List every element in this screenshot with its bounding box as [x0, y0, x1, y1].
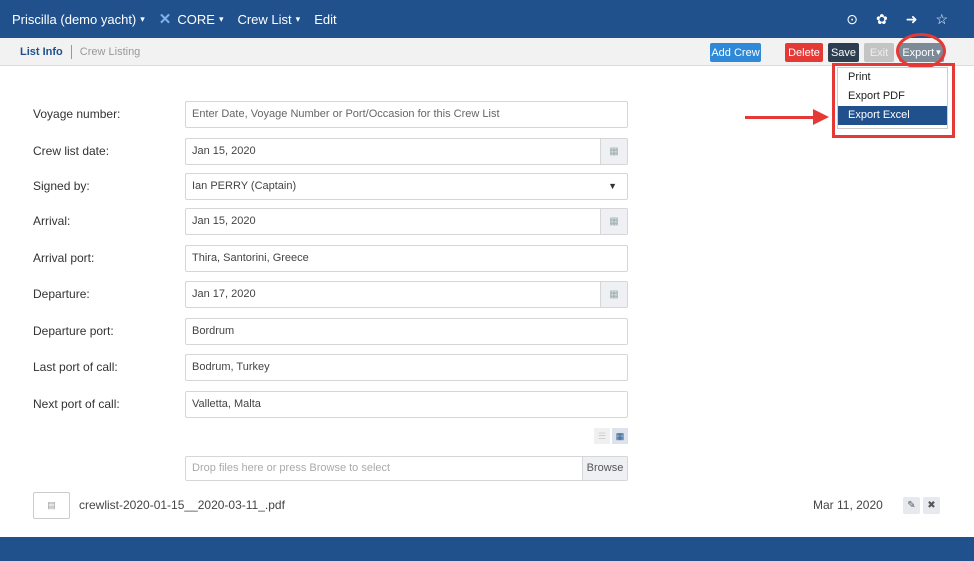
last-port-label: Last port of call: — [33, 360, 118, 374]
clock-icon[interactable]: ⊙ — [846, 11, 858, 28]
file-dropzone[interactable]: Drop files here or press Browse to selec… — [185, 456, 628, 481]
delete-button[interactable]: Delete — [785, 43, 823, 62]
edit-menu[interactable]: Edit — [314, 12, 336, 27]
row-crew-list-date: Crew list date: Jan 15, 2020 ▦ — [0, 138, 974, 165]
next-port-value: Valletta, Malta — [192, 398, 261, 410]
logout-icon[interactable]: ➜ — [906, 11, 918, 28]
dropzone-text: Drop files here or press Browse to selec… — [192, 462, 391, 474]
departure-port-label: Departure port: — [33, 324, 114, 338]
vessel-menu[interactable]: Priscilla (demo yacht) ▾ — [12, 12, 145, 27]
add-crew-button[interactable]: Add Crew — [710, 43, 761, 62]
departure-date-input[interactable]: Jan 17, 2020 ▦ — [185, 281, 628, 308]
arrival-value: Jan 15, 2020 — [192, 215, 256, 227]
star-icon[interactable]: ☆ — [935, 11, 948, 28]
arrival-port-label: Arrival port: — [33, 251, 95, 265]
footer-bar — [0, 537, 974, 561]
row-voyage-number: Voyage number: Enter Date, Voyage Number… — [0, 101, 974, 128]
voyage-number-label: Voyage number: — [33, 107, 121, 121]
file-row: ▤ crewlist-2020-01-15__2020-03-11_.pdf M… — [0, 492, 974, 522]
voyage-number-placeholder: Enter Date, Voyage Number or Port/Occasi… — [192, 108, 500, 120]
tab-divider — [70, 45, 72, 59]
next-port-input[interactable]: Valletta, Malta — [185, 391, 628, 418]
save-button[interactable]: Save — [828, 43, 859, 62]
voyage-number-input[interactable]: Enter Date, Voyage Number or Port/Occasi… — [185, 101, 628, 128]
departure-label: Departure: — [33, 287, 90, 301]
row-last-port-of-call: Last port of call: Bodrum, Turkey — [0, 354, 974, 381]
tab-list-info[interactable]: List Info — [20, 46, 63, 58]
crew-list-menu[interactable]: Crew List ▾ — [237, 12, 300, 27]
last-port-value: Bodrum, Turkey — [192, 361, 270, 373]
arrival-date-input[interactable]: Jan 15, 2020 ▦ — [185, 208, 628, 235]
arrival-port-value: Thira, Santorini, Greece — [192, 252, 309, 264]
row-departure-port: Departure port: Bordrum — [0, 318, 974, 345]
top-nav-bar: Priscilla (demo yacht) ▾ ✕ CORE ▾ Crew L… — [0, 0, 974, 38]
exit-button[interactable]: Exit — [864, 43, 894, 62]
crew-list-date-value: Jan 15, 2020 — [192, 145, 256, 157]
crew-list-date-input[interactable]: Jan 15, 2020 ▦ — [185, 138, 628, 165]
core-menu[interactable]: CORE ▾ — [177, 12, 223, 27]
edit-label: Edit — [314, 11, 337, 27]
core-logo-icon: ✕ — [158, 11, 172, 28]
view-toggle: ☰ ▦ — [594, 428, 628, 444]
tab-crew-listing[interactable]: Crew Listing — [80, 46, 141, 58]
browse-button[interactable]: Browse — [582, 457, 627, 480]
calendar-icon[interactable]: ▦ — [600, 282, 627, 307]
departure-port-input[interactable]: Bordrum — [185, 318, 628, 345]
core-label: CORE — [177, 11, 215, 27]
list-view-icon[interactable]: ☰ — [594, 428, 610, 444]
row-signed-by: Signed by: Ian PERRY (Captain) ▼ — [0, 173, 974, 200]
calendar-icon[interactable]: ▦ — [600, 139, 627, 164]
signed-by-label: Signed by: — [33, 179, 90, 193]
close-icon[interactable]: ✖ — [923, 497, 940, 514]
arrival-label: Arrival: — [33, 214, 71, 228]
signed-by-value: Ian PERRY (Captain) — [192, 180, 297, 192]
vessel-name: Priscilla (demo yacht) — [12, 11, 137, 27]
edit-icon[interactable]: ✎ — [903, 497, 920, 514]
grid-view-icon[interactable]: ▦ — [612, 428, 628, 444]
gear-icon[interactable]: ✿ — [876, 11, 888, 28]
chevron-down-icon: ▾ — [140, 13, 145, 24]
file-thumbnail-icon[interactable]: ▤ — [33, 492, 70, 519]
signed-by-select[interactable]: Ian PERRY (Captain) ▼ — [185, 173, 628, 200]
arrival-port-input[interactable]: Thira, Santorini, Greece — [185, 245, 628, 272]
crew-list-date-label: Crew list date: — [33, 144, 110, 158]
chevron-down-icon: ▾ — [218, 13, 224, 24]
last-port-input[interactable]: Bodrum, Turkey — [185, 354, 628, 381]
row-next-port-of-call: Next port of call: Valletta, Malta — [0, 391, 974, 418]
crew-list-label: Crew List — [237, 11, 292, 27]
file-date: Mar 11, 2020 — [813, 498, 883, 512]
row-arrival-port: Arrival port: Thira, Santorini, Greece — [0, 245, 974, 272]
chevron-down-icon: ▾ — [295, 13, 301, 24]
chevron-down-icon: ▼ — [608, 181, 617, 191]
file-name[interactable]: crewlist-2020-01-15__2020-03-11_.pdf — [79, 492, 285, 519]
calendar-icon[interactable]: ▦ — [600, 209, 627, 234]
departure-value: Jan 17, 2020 — [192, 288, 256, 300]
row-departure: Departure: Jan 17, 2020 ▦ — [0, 281, 974, 308]
row-arrival: Arrival: Jan 15, 2020 ▦ — [0, 208, 974, 235]
departure-port-value: Bordrum — [192, 325, 235, 337]
next-port-label: Next port of call: — [33, 397, 120, 411]
